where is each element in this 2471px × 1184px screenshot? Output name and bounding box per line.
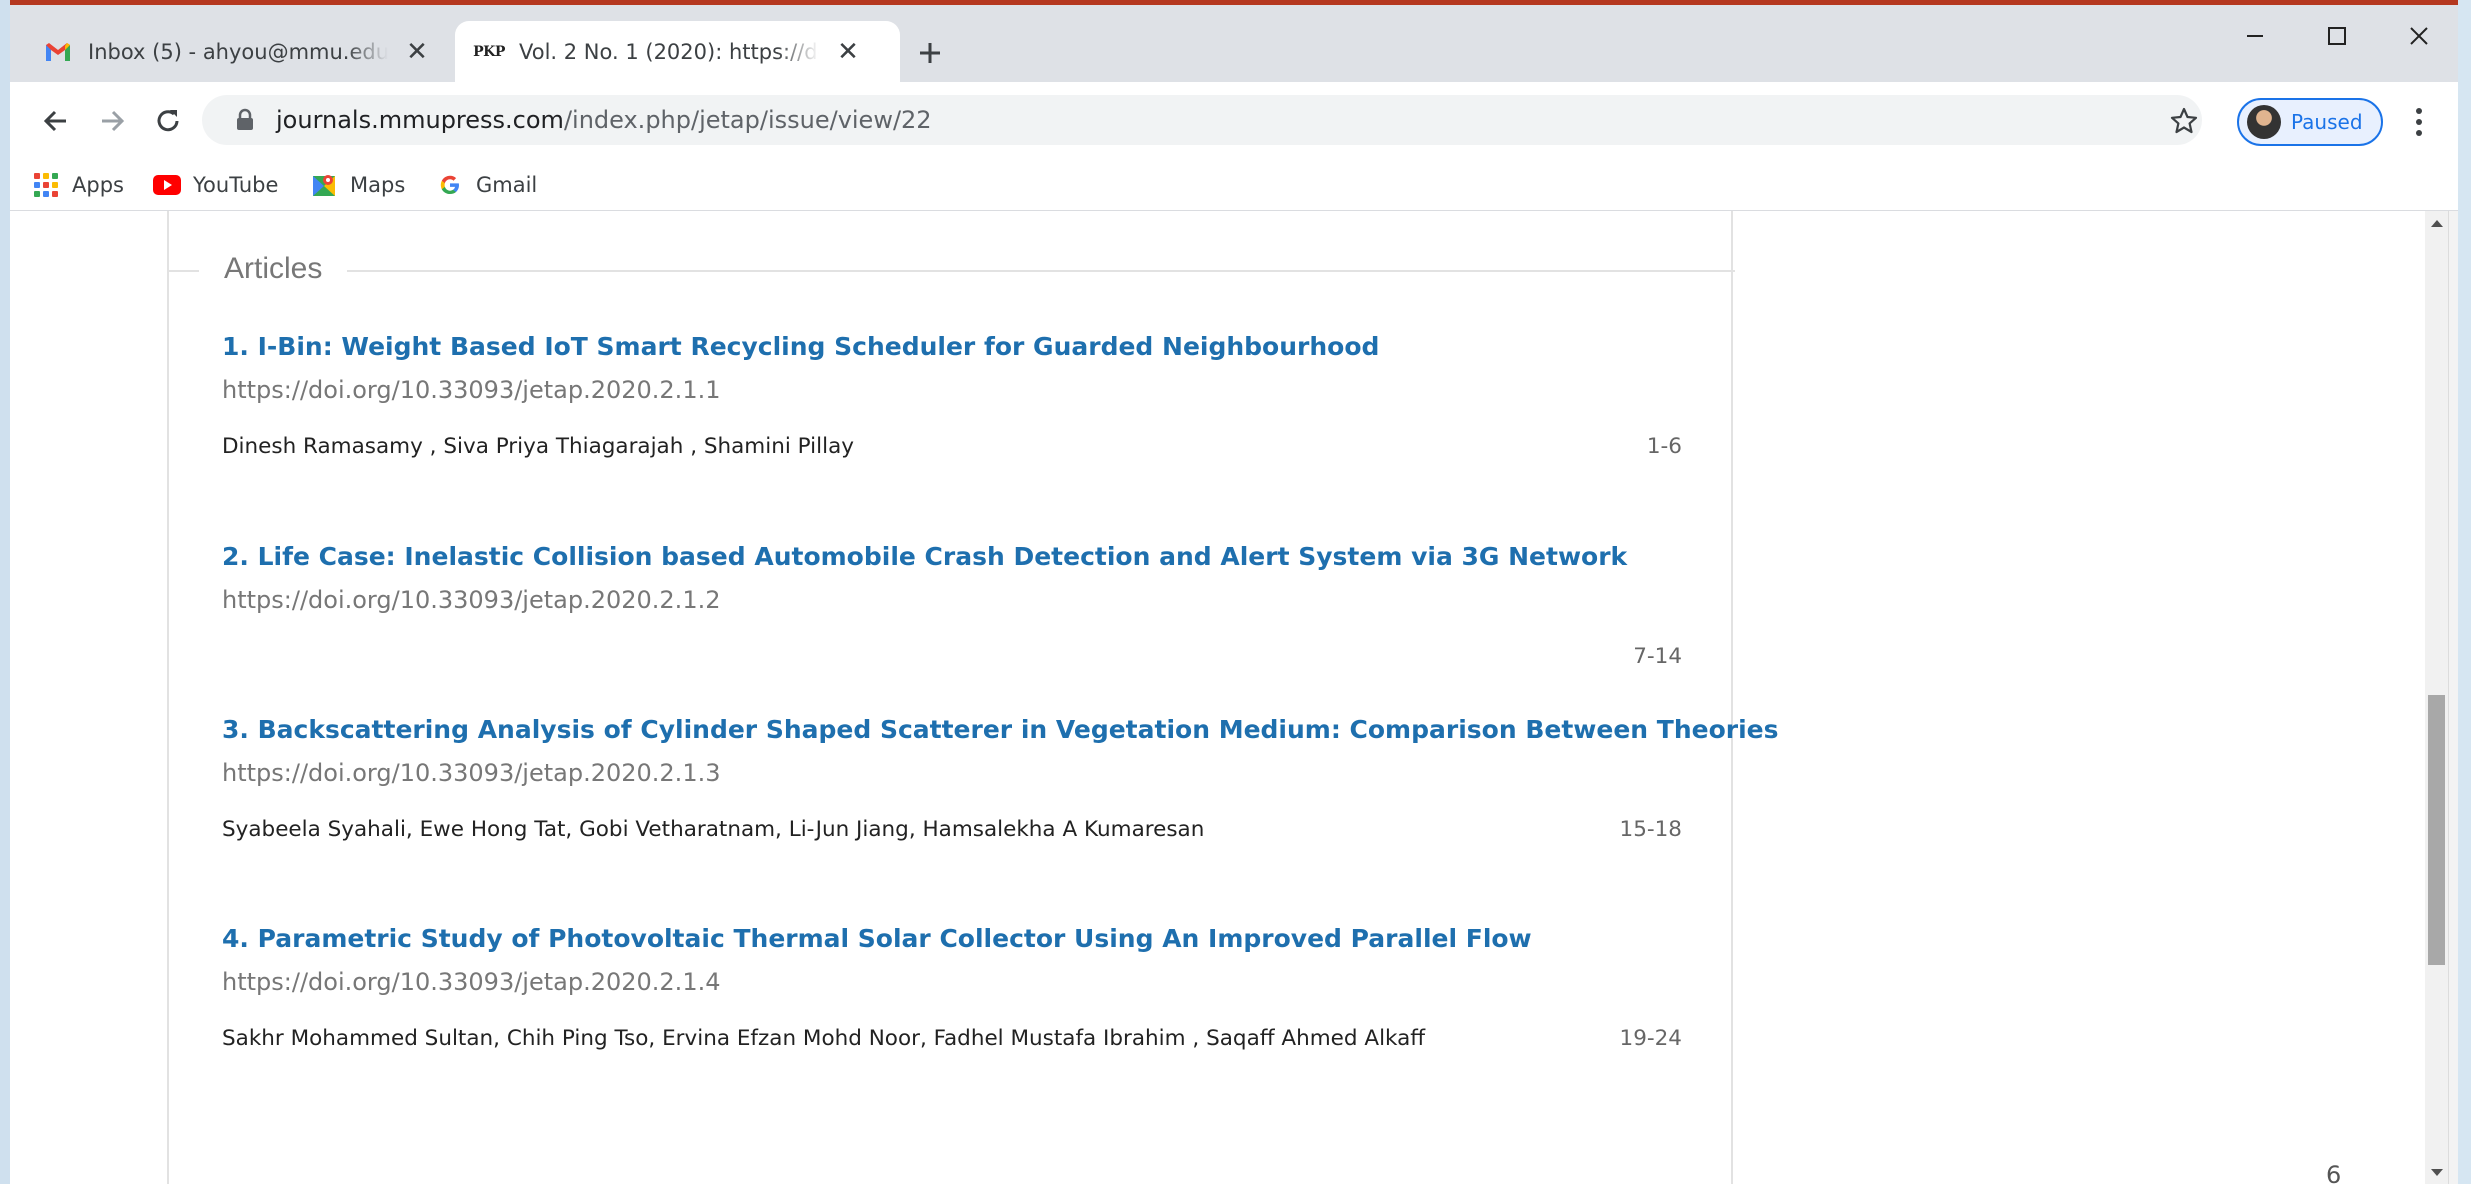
close-tab-icon[interactable]: ✕ [833,37,863,67]
pkp-icon: PKP [473,38,505,66]
new-tab-plus-icon[interactable] [910,33,950,73]
article-pages: 15-18 [1619,817,1682,842]
page-content: Articles 1. I-Bin: Weight Based IoT Smar… [10,211,2425,1184]
lock-icon[interactable] [232,107,258,133]
apps-grid-icon [32,171,60,199]
more-menu-icon[interactable] [2404,102,2434,142]
reload-icon[interactable] [147,100,189,142]
bookmark-star-icon[interactable] [2169,106,2199,136]
forward-arrow-icon[interactable] [91,100,133,142]
article-pages: 1-6 [1646,434,1682,459]
section-heading: Articles [199,249,348,289]
address-bar[interactable]: journals.mmupress.com/index.php/jetap/is… [202,95,2202,145]
gmail-icon [44,38,72,66]
article-title-link[interactable]: 4. Parametric Study of Photovoltaic Ther… [222,923,1532,955]
url-path: /index.php/jetap/issue/view/22 [563,106,932,134]
bookmark-label: Gmail [476,173,538,197]
tab-gmail-inbox[interactable]: Inbox (5) - ahyou@mmu.edu.my ✕ [24,21,456,82]
article-pages: 7-14 [1633,644,1682,669]
article-doi-link[interactable]: https://doi.org/10.33093/jetap.2020.2.1.… [222,966,720,998]
article-doi-link[interactable]: https://doi.org/10.33093/jetap.2020.2.1.… [222,584,720,616]
bookmark-label: Maps [350,173,406,197]
youtube-icon [153,171,181,199]
scrollbar-thumb[interactable] [2428,695,2445,965]
maps-icon [310,171,338,199]
bookmark-label: YouTube [193,173,279,197]
scroll-up-arrow-icon[interactable] [2425,211,2448,235]
close-tab-icon[interactable]: ✕ [402,37,432,67]
scroll-down-arrow-icon[interactable] [2425,1160,2448,1184]
article-doi-link[interactable]: https://doi.org/10.33093/jetap.2020.2.1.… [222,757,720,789]
tab-journal-issue[interactable]: PKP Vol. 2 No. 1 (2020): https://doi.org… [455,21,900,82]
browser-window: Inbox (5) - ahyou@mmu.edu.my ✕ PKP Vol. … [10,5,2458,1184]
article-title-link[interactable]: 3. Backscattering Analysis of Cylinder S… [222,714,1779,746]
url-host: journals.mmupress.com [276,106,564,134]
bookmark-apps[interactable]: Apps [32,167,124,203]
section-divider [169,270,1735,272]
issue-main-column: Articles 1. I-Bin: Weight Based IoT Smar… [167,211,1779,1184]
profile-button[interactable]: Paused [2237,98,2383,146]
tab-strip: Inbox (5) - ahyou@mmu.edu.my ✕ PKP Vol. … [10,5,2458,82]
avatar [2247,105,2281,139]
desktop-background-left [0,0,10,1184]
url-text: journals.mmupress.com/index.php/jetap/is… [276,106,932,134]
bookmark-gmail[interactable]: Gmail [436,167,537,203]
tab-title: Inbox (5) - ahyou@mmu.edu.my [88,39,388,64]
profile-status-label: Paused [2291,110,2363,134]
article-authors: Syabeela Syahali, Ewe Hong Tat, Gobi Vet… [222,817,1205,842]
desktop-background-right [2458,0,2471,1184]
article-authors: Dinesh Ramasamy , Siva Priya Thiagarajah… [222,434,854,459]
bookmark-label: Apps [72,173,124,197]
pkp-favicon-text: PKP [473,43,505,60]
article-authors: Sakhr Mohammed Sultan, Chih Ping Tso, Er… [222,1026,1426,1051]
article-title-link[interactable]: 1. I-Bin: Weight Based IoT Smart Recycli… [222,331,1379,363]
minimize-icon[interactable] [2220,13,2290,59]
bookmark-maps[interactable]: Maps [310,167,405,203]
article-doi-link[interactable]: https://doi.org/10.33093/jetap.2020.2.1.… [222,374,720,406]
browser-toolbar: journals.mmupress.com/index.php/jetap/is… [10,82,2458,160]
maximize-icon[interactable] [2302,13,2372,59]
back-arrow-icon[interactable] [35,100,77,142]
outer-scroll-strip [2448,211,2458,1184]
page-number: 6 [2326,1161,2342,1184]
bookmarks-bar: Apps YouTube Maps Gmail [10,160,2458,211]
page-scrollbar[interactable] [2425,211,2448,1184]
bookmark-youtube[interactable]: YouTube [153,167,278,203]
close-window-icon[interactable] [2384,13,2454,59]
google-icon [436,171,464,199]
tab-title: Vol. 2 No. 1 (2020): https://doi.org/ [519,39,819,64]
article-title-link[interactable]: 2. Life Case: Inelastic Collision based … [222,541,1627,573]
article-pages: 19-24 [1619,1026,1682,1051]
